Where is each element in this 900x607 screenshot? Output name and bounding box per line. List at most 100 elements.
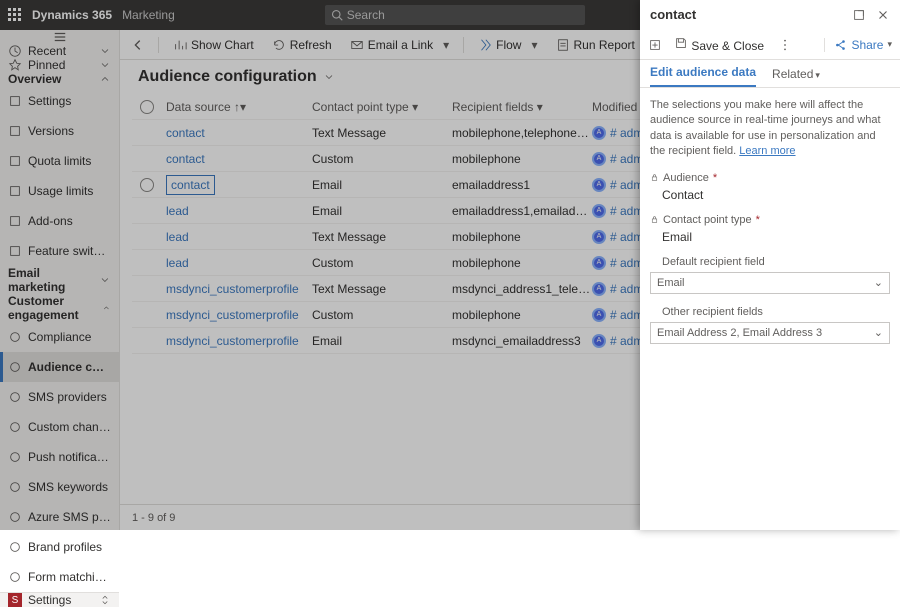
chevron-down-icon	[99, 59, 111, 71]
chevron-updown-icon	[99, 594, 111, 606]
field-audience-value: Contact	[650, 188, 890, 202]
sidebar-item[interactable]: SMS keywords	[0, 472, 119, 502]
share-icon	[833, 38, 847, 52]
learn-more-link[interactable]: Learn more	[739, 145, 795, 157]
sidebar-item[interactable]: Feature switches	[0, 236, 119, 266]
chart-icon	[173, 38, 187, 52]
avatar-icon: A	[592, 230, 606, 244]
overflow-icon[interactable]	[778, 38, 792, 52]
lock-icon	[650, 215, 659, 224]
flow-icon	[478, 38, 492, 52]
hamburger-button[interactable]	[0, 30, 119, 44]
sidebar-item[interactable]: Add-ons	[0, 206, 119, 236]
mail-icon	[350, 38, 364, 52]
data-source-link[interactable]: msdynci_customerprofile	[166, 334, 299, 348]
data-source-link[interactable]: lead	[166, 230, 189, 244]
search-placeholder: Search	[347, 8, 385, 22]
tab-related[interactable]: Related▾	[772, 67, 820, 87]
show-chart-button[interactable]: Show Chart	[167, 30, 260, 59]
nav-icon	[8, 570, 22, 584]
share-button[interactable]: Share ▾	[824, 38, 892, 52]
nav-icon	[8, 420, 22, 434]
sidebar-group-email-marketing[interactable]: Email marketing	[0, 266, 119, 294]
save-icon	[674, 36, 688, 50]
report-icon	[556, 38, 570, 52]
popout-icon[interactable]	[852, 8, 866, 22]
sidebar-item[interactable]: Versions	[0, 116, 119, 146]
col-header-recipient-fields[interactable]: Recipient fields ▾	[452, 100, 592, 114]
nav-icon	[8, 184, 22, 198]
avatar-icon: A	[592, 256, 606, 270]
sidebar-item[interactable]: Form matching st...	[0, 562, 119, 592]
nav-icon	[8, 450, 22, 464]
avatar-icon: A	[592, 282, 606, 296]
pin-icon	[8, 58, 22, 72]
brand-label: Dynamics 365	[32, 8, 112, 22]
avatar-icon: A	[592, 334, 606, 348]
sidebar-group-customer-engagement[interactable]: Customer engagement	[0, 294, 119, 322]
data-source-link[interactable]: contact	[166, 152, 205, 166]
sidebar-item[interactable]: Azure SMS preview	[0, 502, 119, 532]
chevron-up-icon	[102, 302, 111, 314]
default-recipient-field-select[interactable]: Email⌄	[650, 272, 890, 294]
nav-icon	[8, 330, 22, 344]
data-source-link[interactable]: contact	[166, 126, 205, 140]
avatar-icon: A	[592, 204, 606, 218]
nav-icon	[8, 154, 22, 168]
sidebar-pinned[interactable]: Pinned	[0, 58, 119, 72]
sidebar-item[interactable]: Push notifications	[0, 442, 119, 472]
sidebar-item[interactable]: Audience configu...	[0, 352, 119, 382]
panel-title: contact	[650, 7, 696, 22]
sidebar-item[interactable]: Quota limits	[0, 146, 119, 176]
nav-icon	[8, 124, 22, 138]
chevron-down-icon	[99, 45, 111, 57]
back-button[interactable]	[126, 38, 150, 52]
data-source-link[interactable]: msdynci_customerprofile	[166, 308, 299, 322]
tab-edit-audience-data[interactable]: Edit audience data	[650, 65, 756, 87]
nav-icon	[8, 244, 22, 258]
nav-icon	[8, 214, 22, 228]
settings-badge: S	[8, 593, 22, 607]
nav-icon	[8, 510, 22, 524]
clock-icon	[8, 44, 22, 58]
col-header-data-source[interactable]: Data source ↑▾	[162, 100, 312, 114]
refresh-button[interactable]: Refresh	[266, 30, 338, 59]
data-source-link[interactable]: contact	[166, 175, 215, 195]
avatar-icon: A	[592, 178, 606, 192]
chevron-down-icon[interactable]	[323, 71, 335, 83]
nav-icon	[8, 360, 22, 374]
sidebar-item[interactable]: Custom channels	[0, 412, 119, 442]
app-launcher-icon[interactable]	[8, 8, 22, 22]
nav-icon	[8, 94, 22, 108]
save-close-button[interactable]: Save & Close	[674, 36, 764, 53]
avatar-icon: A	[592, 126, 606, 140]
email-link-button[interactable]: Email a Link▾	[344, 30, 455, 59]
other-recipient-fields-select[interactable]: Email Address 2, Email Address 3⌄	[650, 322, 890, 344]
nav-icon	[8, 480, 22, 494]
page-title: Audience configuration	[138, 68, 317, 86]
data-source-link[interactable]: lead	[166, 256, 189, 270]
sidebar-group-overview[interactable]: Overview	[0, 72, 119, 86]
select-all-radio[interactable]	[140, 100, 154, 114]
refresh-icon	[272, 38, 286, 52]
avatar-icon: A	[592, 152, 606, 166]
sidebar-item[interactable]: Usage limits	[0, 176, 119, 206]
flow-button[interactable]: Flow▾	[472, 30, 543, 59]
sidebar-area-switcher[interactable]: S Settings	[0, 592, 119, 607]
close-icon[interactable]	[876, 8, 890, 22]
data-source-link[interactable]: msdynci_customerprofile	[166, 282, 299, 296]
sidebar-item[interactable]: Compliance	[0, 322, 119, 352]
sidebar-item[interactable]: Brand profiles	[0, 532, 119, 562]
avatar-icon: A	[592, 308, 606, 322]
col-header-contact-point-type[interactable]: Contact point type ▾	[312, 100, 452, 114]
data-source-link[interactable]: lead	[166, 204, 189, 218]
search-input[interactable]: Search	[325, 5, 585, 25]
sidebar-recent[interactable]: Recent	[0, 44, 119, 58]
new-record-icon[interactable]	[648, 38, 662, 52]
lock-icon	[650, 173, 659, 182]
row-radio[interactable]	[140, 178, 154, 192]
sidebar-item[interactable]: Settings	[0, 86, 119, 116]
field-cpt-value: Email	[650, 230, 890, 244]
sidebar-item[interactable]: SMS providers	[0, 382, 119, 412]
chevron-down-icon	[99, 274, 111, 286]
